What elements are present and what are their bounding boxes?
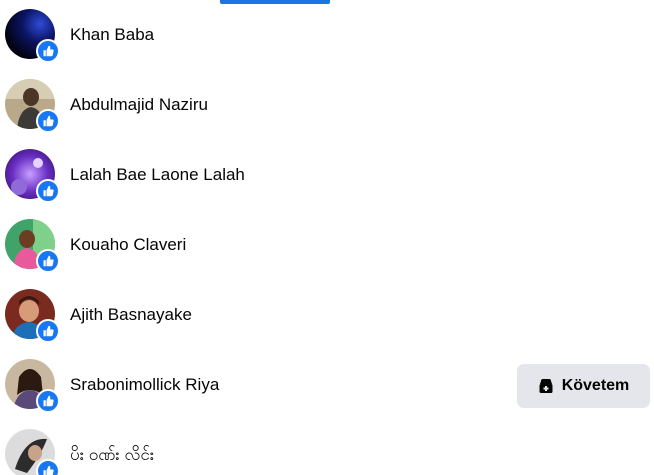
list-item: Khan Baba	[0, 0, 654, 70]
list-item: ပိး ဝဏ်း လိင်း	[0, 420, 654, 475]
avatar[interactable]	[5, 149, 60, 203]
reactions-dialog: Khan Baba Abdulmajid Naziru Lalah Bae La…	[0, 0, 654, 475]
user-name[interactable]: Ajith Basnayake	[70, 280, 192, 350]
avatar[interactable]	[5, 359, 60, 413]
follow-button[interactable]: Követem	[517, 364, 650, 408]
list-item: Abdulmajid Naziru	[0, 70, 654, 140]
like-icon	[36, 179, 60, 203]
user-name[interactable]: Srabonimollick Riya	[70, 350, 219, 420]
like-icon	[36, 39, 60, 63]
like-icon	[36, 249, 60, 273]
user-name[interactable]: Kouaho Claveri	[70, 210, 186, 280]
list-item: Srabonimollick Riya Követem	[0, 350, 654, 420]
user-name[interactable]: Abdulmajid Naziru	[70, 70, 208, 140]
like-icon	[36, 389, 60, 413]
avatar[interactable]	[5, 219, 60, 273]
avatar[interactable]	[5, 79, 60, 133]
user-name[interactable]: ပိး ဝဏ်း လိင်း	[70, 420, 154, 475]
user-name[interactable]: Lalah Bae Laone Lalah	[70, 140, 245, 210]
follow-icon	[539, 379, 553, 393]
avatar[interactable]	[5, 429, 60, 475]
list-item: Kouaho Claveri	[0, 210, 654, 280]
list-item: Ajith Basnayake	[0, 280, 654, 350]
follow-button-label: Követem	[561, 377, 630, 394]
like-icon	[36, 109, 60, 133]
list-item: Lalah Bae Laone Lalah	[0, 140, 654, 210]
like-icon	[36, 319, 60, 343]
avatar[interactable]	[5, 9, 60, 63]
like-icon	[36, 459, 60, 475]
user-name[interactable]: Khan Baba	[70, 0, 154, 70]
avatar[interactable]	[5, 289, 60, 343]
